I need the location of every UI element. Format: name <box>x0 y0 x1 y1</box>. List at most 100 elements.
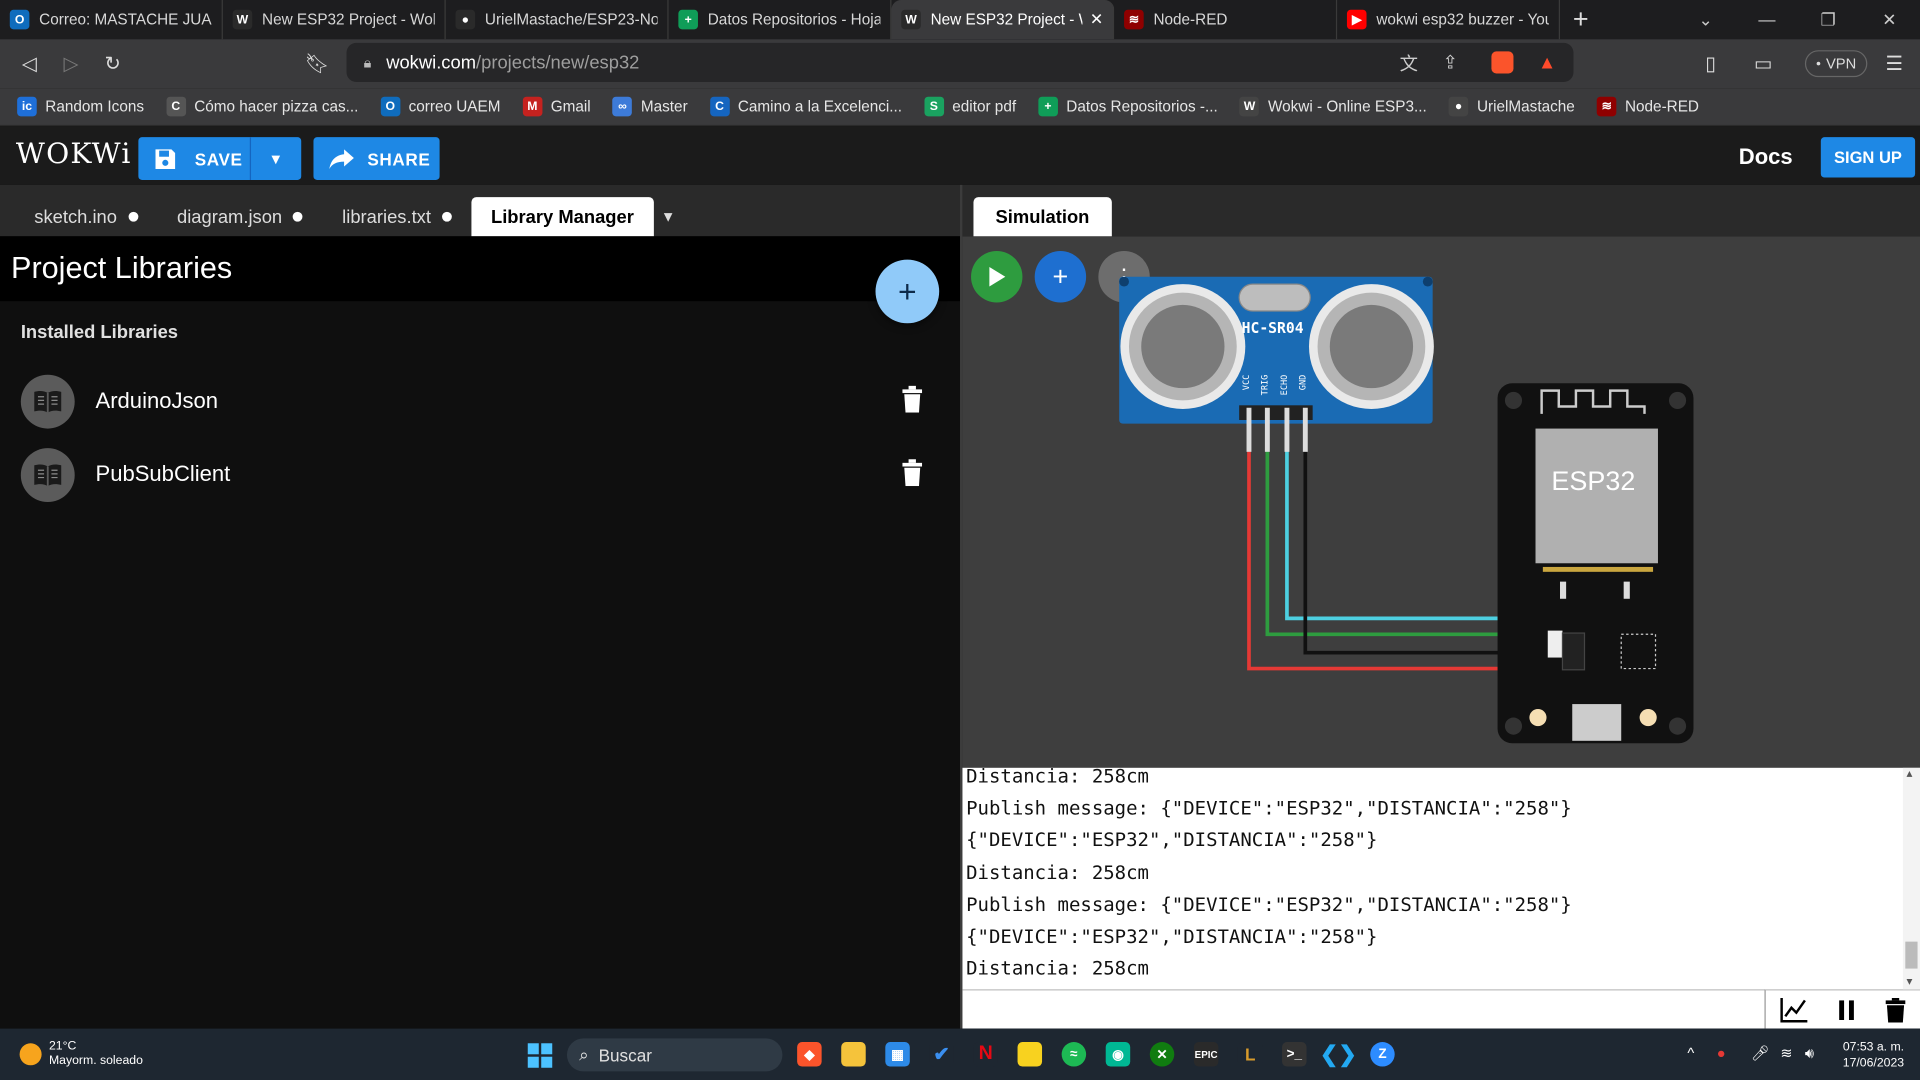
browser-tab-title: wokwi esp32 buzzer - YouT <box>1376 11 1549 29</box>
bookmark-item[interactable]: ≋ Node-RED <box>1596 96 1699 117</box>
windows-start-icon[interactable] <box>527 1043 553 1068</box>
netflix-icon[interactable]: N <box>973 1042 998 1067</box>
outlook-icon: O <box>380 96 401 117</box>
epic-games-icon[interactable]: EPIC <box>1193 1042 1219 1067</box>
plotter-icon[interactable] <box>1780 996 1809 1023</box>
store-icon[interactable]: ▦ <box>885 1042 910 1067</box>
bookmark-item[interactable]: ic Random Icons <box>17 96 144 117</box>
serial-monitor[interactable]: Distancia: 258cm Publish message: {"DEVIC… <box>962 767 1920 990</box>
wifi-icon[interactable]: ≋ <box>1780 1044 1792 1061</box>
bookmark-item[interactable]: ● UrielMastache <box>1448 96 1575 117</box>
bookmark-label: Gmail <box>550 97 591 116</box>
microphone-icon[interactable]: 🎤︎ <box>1751 1044 1770 1061</box>
bookmark-item[interactable]: Seditor pdf <box>924 96 1016 117</box>
clock[interactable]: 07:53 a. m. 17/06/2023 <box>1837 1040 1904 1072</box>
browser-tab[interactable]: + Datos Repositorios - Hojas <box>669 0 892 40</box>
taskbar-search[interactable]: ⌕ Buscar <box>566 1038 783 1072</box>
bookmark-item[interactable]: Ocorreo UAEM <box>380 96 500 117</box>
serial-scrollbar[interactable]: ▲ ▼ <box>1902 767 1920 990</box>
share-page-icon[interactable]: ⇪ <box>1442 51 1457 74</box>
file-explorer-icon[interactable] <box>841 1042 866 1067</box>
wokwi-logo[interactable]: WOKWi <box>16 138 132 170</box>
simulation-canvas[interactable]: + ⋮ HC-SR04 VCC TRIG ECHO GND ESP32 <box>962 236 1920 768</box>
save-button[interactable]: SAVE <box>138 137 249 180</box>
tab-libraries-txt[interactable]: libraries.txt <box>323 197 472 236</box>
vpn-button[interactable]: ● VPN <box>1804 50 1868 78</box>
url-host: wokwi.com <box>386 52 477 73</box>
back-icon[interactable]: ◁ <box>9 43 51 85</box>
translate-icon[interactable]: 文 <box>1400 50 1418 76</box>
tab-sketch-ino[interactable]: sketch.ino <box>15 197 158 236</box>
xbox-icon[interactable]: ✕ <box>1149 1042 1175 1067</box>
editor-tabs: sketch.ino diagram.json libraries.txt Libra… <box>0 184 963 237</box>
new-tab-button[interactable]: + <box>1560 0 1602 39</box>
spotify-icon[interactable]: ≈ <box>1061 1042 1087 1067</box>
browser-tab[interactable]: ≋ Node-RED <box>1114 0 1338 40</box>
close-tab-icon[interactable]: ✕ <box>1090 10 1103 30</box>
weather-widget[interactable]: 21°C Mayorm. soleado <box>19 1040 143 1069</box>
bookmark-icon[interactable]: 🔖︎ <box>296 43 338 85</box>
tab-simulation[interactable]: Simulation <box>973 197 1112 237</box>
hc-sr04-sensor[interactable] <box>1119 276 1434 452</box>
close-window-icon[interactable]: ✕ <box>1859 0 1920 39</box>
bookmark-item[interactable]: + Datos Repositorios -... <box>1038 96 1218 117</box>
tray-chevron-icon[interactable]: ^ <box>1687 1044 1694 1061</box>
tab-label: libraries.txt <box>342 206 431 228</box>
scroll-thumb[interactable] <box>1905 941 1918 969</box>
todo-icon[interactable]: ✔ <box>929 1042 954 1067</box>
terminal-icon[interactable]: >_ <box>1282 1042 1307 1067</box>
delete-trash-icon[interactable] <box>901 385 923 413</box>
brave-shields-icon[interactable] <box>1491 51 1514 74</box>
sticky-notes-icon[interactable] <box>1017 1042 1043 1067</box>
share-button[interactable]: SHARE <box>313 137 440 181</box>
bookmark-item[interactable]: W Wokwi - Online ESP3... <box>1239 96 1427 117</box>
serial-line: Publish message: {"DEVICE":"ESP32","DIST… <box>966 797 1572 820</box>
browser-tab[interactable]: W New ESP32 Project - W ✕ <box>891 0 1115 40</box>
browser-tab[interactable]: ● UrielMastache/ESP23-Node <box>446 0 669 40</box>
league-icon[interactable]: L <box>1237 1042 1263 1067</box>
delete-trash-icon[interactable] <box>901 459 923 487</box>
docs-link[interactable]: Docs <box>1739 144 1793 170</box>
browser-tab-title: New ESP32 Project - Wokwi <box>262 11 435 29</box>
tray-app-icon[interactable]: ● <box>1717 1044 1726 1061</box>
restore-icon[interactable]: ❐ <box>1798 0 1859 39</box>
browser-tab-title: New ESP32 Project - W <box>930 11 1083 29</box>
sign-up-button[interactable]: SIGN UP <box>1820 137 1916 178</box>
vscode-icon[interactable]: ❮❯ <box>1320 1041 1357 1067</box>
app-icon[interactable]: ◉ <box>1105 1042 1131 1067</box>
scroll-down-icon[interactable]: ▼ <box>1907 976 1913 987</box>
browser-tab[interactable]: W New ESP32 Project - Wokwi <box>223 0 446 40</box>
tab-diagram-json[interactable]: diagram.json <box>157 197 322 236</box>
brave-rewards-icon[interactable]: ▲ <box>1538 52 1556 73</box>
book-icon <box>20 374 75 429</box>
wallet-icon[interactable]: ▭ <box>1742 43 1784 85</box>
clear-trash-icon[interactable] <box>1884 997 1906 1022</box>
tab-search-icon[interactable]: ⌄ <box>1675 0 1736 39</box>
tab-library-manager[interactable]: Library Manager <box>471 197 654 237</box>
bookmark-item[interactable]: C Camino a la Excelenci... <box>709 96 902 117</box>
forward-icon[interactable]: ▷ <box>50 43 92 85</box>
bookmark-item[interactable]: C Cómo hacer pizza cas... <box>166 96 358 117</box>
add-library-button[interactable]: + <box>875 259 940 324</box>
library-row: PubSubClient <box>0 442 960 511</box>
esp32-board[interactable] <box>1497 383 1694 744</box>
browser-tab[interactable]: ▶ wokwi esp32 buzzer - YouT <box>1337 0 1561 40</box>
zoom-icon[interactable]: Z <box>1370 1042 1395 1067</box>
address-bar[interactable]: 🔒︎ wokwi.com/projects/new/esp32 文 ⇪ ▲ <box>346 42 1574 83</box>
sun-icon <box>19 1043 42 1066</box>
bookmark-item[interactable]: ∞ Master <box>612 96 688 117</box>
volume-icon[interactable]: 🔊︎ <box>1805 1044 1814 1062</box>
reload-icon[interactable]: ↻ <box>92 43 134 85</box>
browser-tab[interactable]: O Correo: MASTACHE JUAREZ <box>0 0 223 40</box>
minimize-icon[interactable]: — <box>1736 0 1797 39</box>
brave-taskbar-icon[interactable]: ◆ <box>797 1042 822 1067</box>
pause-icon[interactable] <box>1837 999 1857 1021</box>
save-dropdown-button[interactable]: ▼ <box>249 137 301 181</box>
tabs-menu-chevron-icon[interactable]: ▼ <box>661 197 676 236</box>
page-title: Project Libraries <box>11 251 233 286</box>
scroll-up-icon[interactable]: ▲ <box>1907 768 1913 779</box>
menu-icon[interactable]: ☰ <box>1873 43 1915 85</box>
bookmark-item[interactable]: M Gmail <box>522 96 591 117</box>
serial-input-field[interactable] <box>962 989 1765 1029</box>
sidebar-icon[interactable]: ▯ <box>1690 43 1732 85</box>
